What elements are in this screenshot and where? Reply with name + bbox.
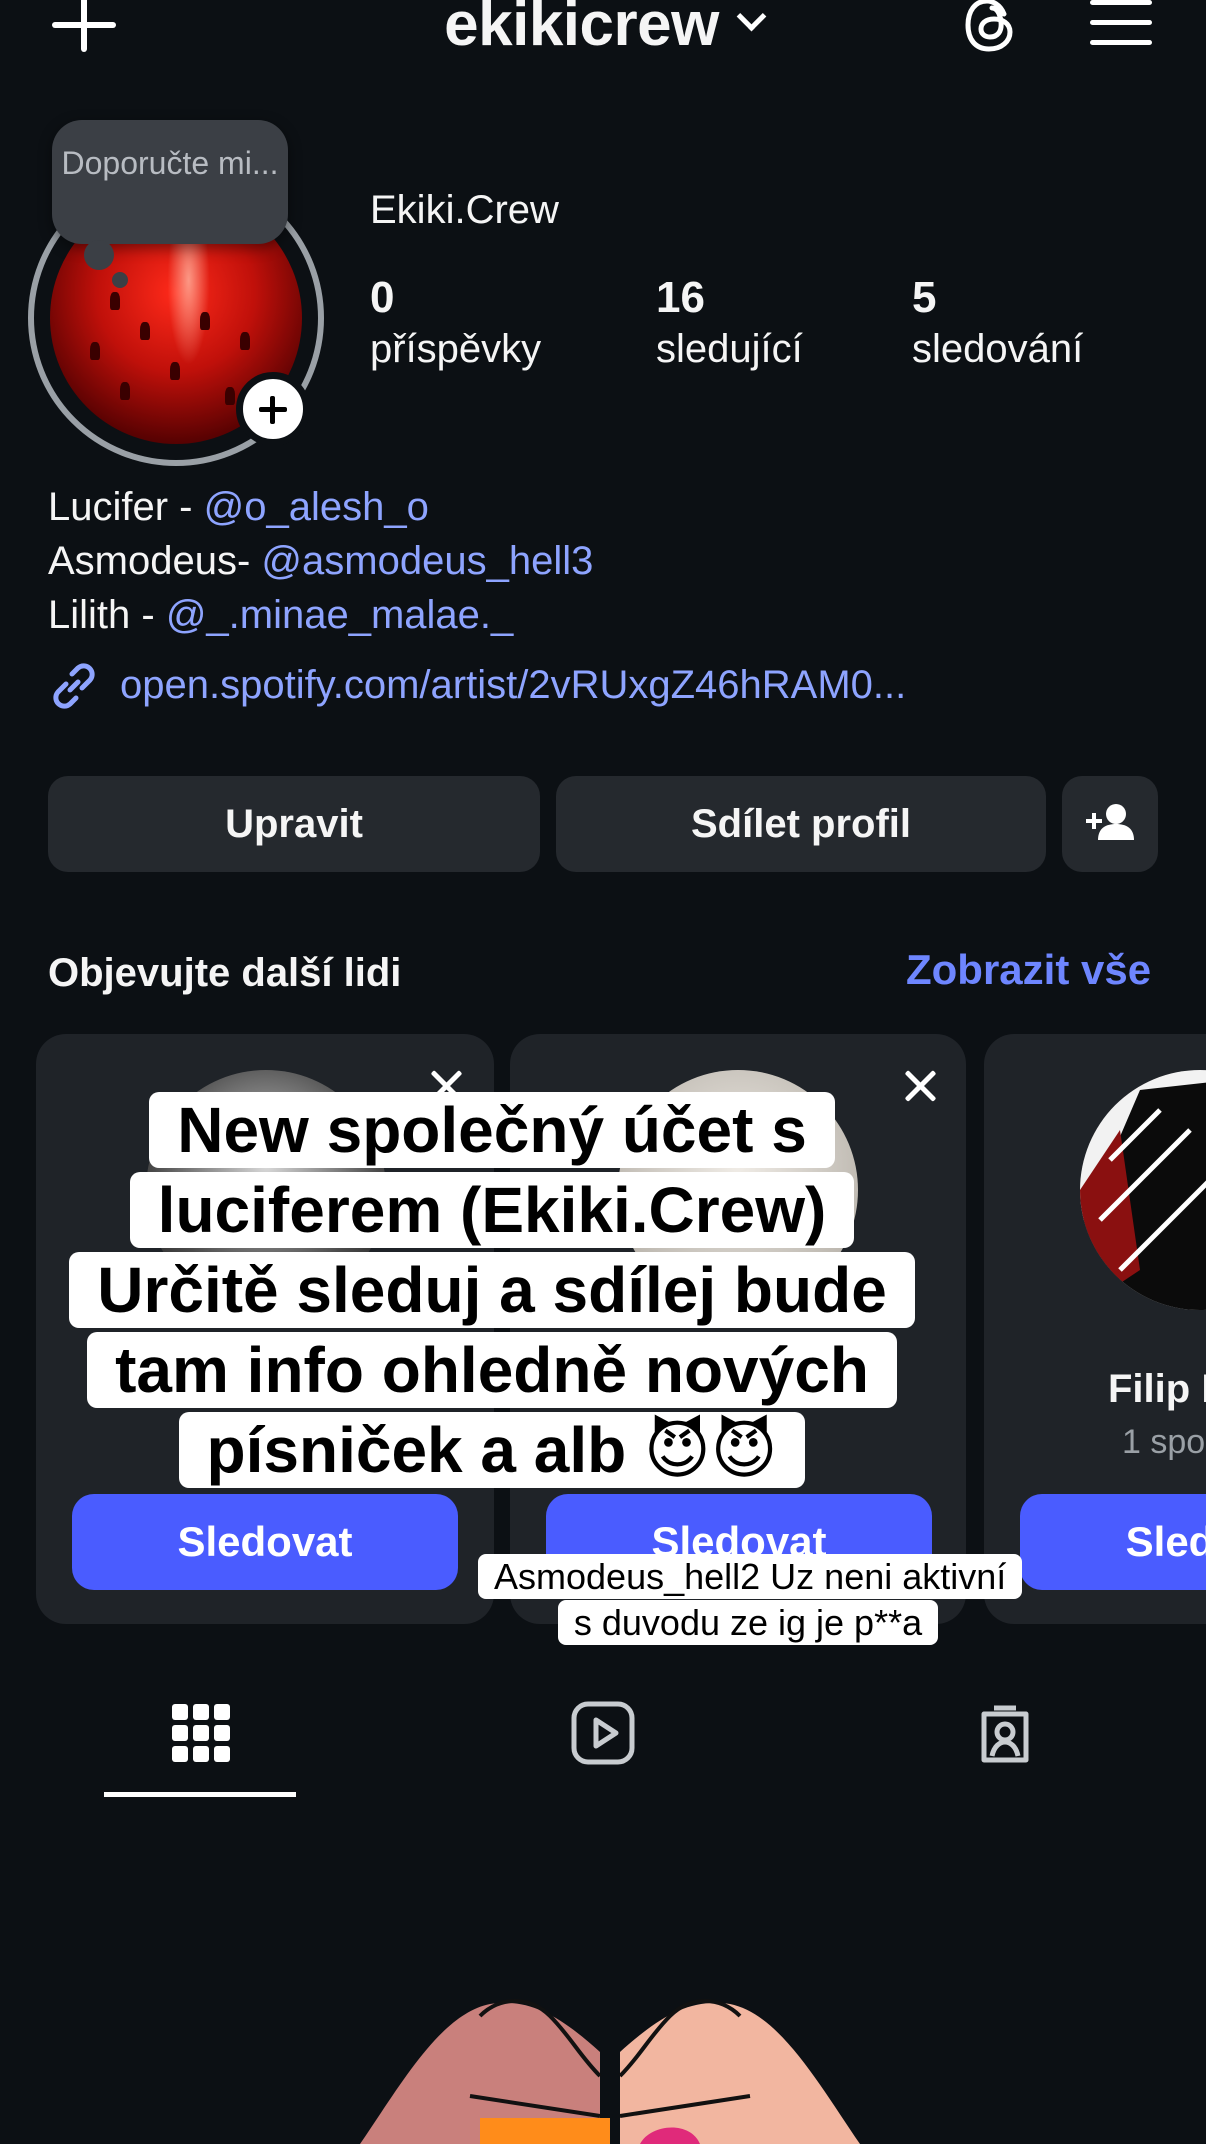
suggestion-avatar[interactable] [1080, 1070, 1206, 1310]
bio-line: Lucifer - @o_alesh_o [48, 482, 429, 532]
chevron-down-icon [736, 1, 767, 32]
see-all-link[interactable]: Zobrazit vše [906, 944, 1151, 996]
suggestion-card[interactable]: Filip I 1 spo Sled [984, 1034, 1206, 1624]
note-bubble[interactable] [52, 120, 288, 244]
overlay-caption-small: Asmodeus_hell2 Uz neni aktivní s duvodu … [478, 1554, 1023, 1646]
stat-value: 0 [370, 273, 395, 322]
stat-value: 16 [656, 273, 705, 322]
stat-followers[interactable]: 16 sledující [656, 272, 803, 374]
display-name: Ekiki.Crew [370, 188, 559, 232]
add-story-button[interactable] [236, 372, 310, 446]
note-text: Doporučte mi... [61, 145, 279, 181]
suggestion-name: Filip I [1108, 1367, 1206, 1411]
bio-line: Asmodeus- @asmodeus_hell3 [48, 536, 593, 586]
add-user-icon [1086, 804, 1134, 840]
overlay-caption-small-text: Asmodeus_hell2 Uz neni aktivní s duvodu … [478, 1554, 1023, 1645]
bio-prefix: Lucifer - [48, 485, 204, 529]
stat-value: 5 [912, 273, 937, 322]
bio-line: Lilith - @_.minae_malae._ [48, 590, 513, 640]
stat-label: sledující [656, 327, 803, 371]
note-bubble-tail [84, 240, 114, 270]
edit-profile-button[interactable]: Upravit [48, 776, 540, 872]
bio-prefix: Asmodeus- [48, 539, 262, 583]
stat-posts[interactable]: 0 příspěvky [370, 272, 541, 374]
overlay-caption-text: New společný účet s luciferem (Ekiki.Cre… [69, 1092, 915, 1488]
follow-button[interactable]: Sled [1020, 1494, 1206, 1590]
bio-mention[interactable]: @o_alesh_o [204, 485, 429, 529]
note-bubble-tail [112, 272, 128, 288]
suggestion-mutual: 1 spo [1122, 1423, 1206, 1461]
bio-link[interactable]: open.spotify.com/artist/2vRUxgZ46hRAM0..… [120, 660, 906, 710]
discover-people-button[interactable] [1062, 776, 1158, 872]
bio-prefix: Lilith - [48, 593, 166, 637]
stat-label: příspěvky [370, 327, 542, 371]
overlay-caption: New společný účet s luciferem (Ekiki.Cre… [60, 1090, 924, 1490]
username-label: ekikicrew [444, 0, 719, 59]
share-profile-button[interactable]: Sdílet profil [556, 776, 1046, 872]
bio-mention[interactable]: @_.minae_malae._ [166, 593, 513, 637]
discover-title: Objevujte další lidi [48, 951, 402, 995]
bio-mention[interactable]: @asmodeus_hell3 [261, 539, 593, 583]
menu-icon[interactable] [1090, 0, 1152, 48]
follow-button[interactable]: Sledovat [72, 1494, 458, 1590]
reels-icon[interactable] [570, 1700, 636, 1766]
empty-state-illustration [360, 1999, 860, 2144]
threads-icon[interactable] [958, 0, 1024, 58]
tagged-icon[interactable] [972, 1700, 1038, 1766]
stat-following[interactable]: 5 sledování [912, 272, 1083, 374]
active-tab-indicator [104, 1792, 296, 1797]
stat-label: sledování [912, 327, 1084, 371]
link-icon [53, 663, 95, 709]
username-switcher[interactable]: ekikicrew [0, 0, 1206, 62]
grid-icon[interactable] [168, 1700, 234, 1766]
